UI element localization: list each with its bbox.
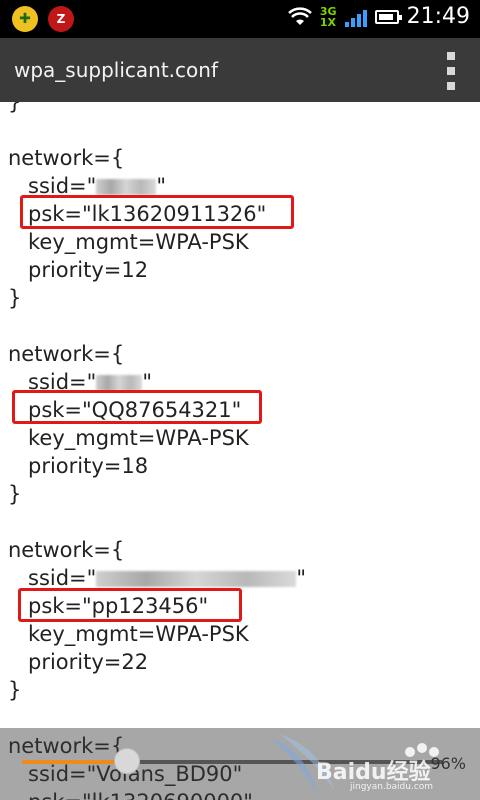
network-3g-label: 3G bbox=[319, 4, 337, 18]
zoom-percentage: 96% bbox=[430, 754, 466, 773]
overflow-menu-icon[interactable] bbox=[444, 52, 458, 90]
wifi-icon bbox=[288, 6, 312, 25]
watermark-subtext: jingyan.baidu.com bbox=[350, 782, 434, 792]
key-mgmt-line: key_mgmt=WPA-PSK bbox=[28, 230, 249, 254]
network-open: network={ bbox=[8, 146, 125, 170]
ssid-suffix: " bbox=[296, 566, 306, 590]
ssid-redacted bbox=[96, 179, 157, 195]
network-close: } bbox=[8, 286, 22, 310]
zoom-slider-thumb[interactable] bbox=[114, 748, 140, 774]
ssid-prefix: ssid=" bbox=[28, 566, 97, 590]
file-content[interactable]: } network={ ssid=" " psk="lk13620911326" … bbox=[0, 102, 480, 800]
brace-close: } bbox=[8, 102, 22, 114]
ssid-redacted bbox=[96, 375, 143, 391]
zoom-slider-fill bbox=[22, 760, 127, 764]
network-type: 3G 1X bbox=[320, 6, 337, 28]
status-bar: ✚ Z 3G 1X 21:49 bbox=[0, 0, 480, 38]
file-title: wpa_supplicant.conf bbox=[14, 58, 218, 82]
priority-line: priority=12 bbox=[28, 258, 149, 282]
system-icons: 3G 1X 21:49 bbox=[288, 4, 470, 29]
action-bar: wpa_supplicant.conf bbox=[0, 38, 480, 102]
network-open: network={ bbox=[8, 538, 125, 562]
signal-icon bbox=[344, 7, 367, 27]
priority-line: priority=22 bbox=[28, 650, 149, 674]
network-open: network={ bbox=[8, 342, 125, 366]
key-mgmt-line: key_mgmt=WPA-PSK bbox=[28, 426, 249, 450]
psk-highlight-box bbox=[12, 390, 262, 424]
app-z-icon: Z bbox=[48, 6, 74, 32]
network-close: } bbox=[8, 678, 22, 702]
network-close: } bbox=[8, 482, 22, 506]
network-1x-label: 1X bbox=[319, 15, 337, 29]
notification-icons: ✚ Z bbox=[12, 6, 74, 32]
priority-line: priority=18 bbox=[28, 454, 149, 478]
battery-icon bbox=[374, 9, 402, 24]
psk-highlight-box bbox=[20, 195, 294, 229]
ssid-redacted bbox=[96, 571, 297, 587]
app-plus-icon: ✚ bbox=[12, 6, 38, 32]
key-mgmt-line: key_mgmt=WPA-PSK bbox=[28, 622, 249, 646]
psk-highlight-box bbox=[18, 588, 242, 622]
clock: 21:49 bbox=[406, 4, 470, 29]
